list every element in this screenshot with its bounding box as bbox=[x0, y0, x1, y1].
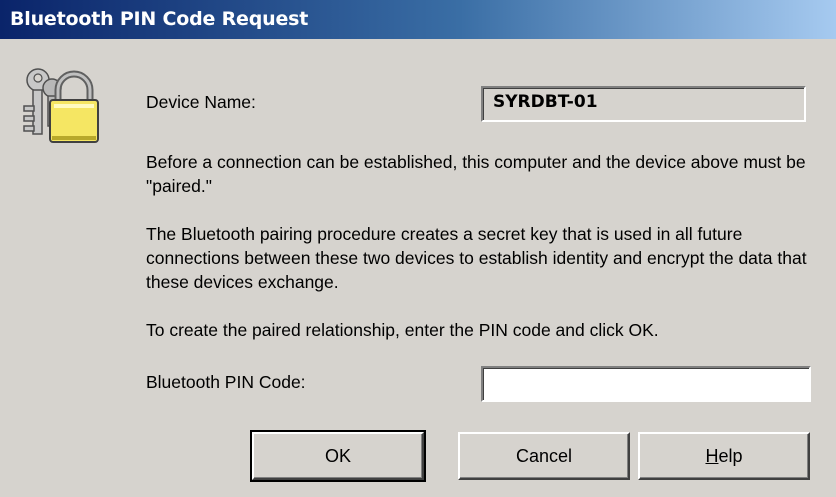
cancel-button[interactable]: Cancel bbox=[458, 432, 630, 480]
cancel-button-label: Cancel bbox=[515, 446, 573, 466]
pin-code-label: Bluetooth PIN Code: bbox=[146, 372, 306, 392]
pin-request-dialog: Bluetooth PIN Code Request Device Name: … bbox=[0, 0, 836, 497]
help-button-label: Help bbox=[705, 446, 743, 466]
pin-code-input[interactable] bbox=[481, 366, 811, 402]
keys-padlock-icon bbox=[20, 66, 102, 146]
ok-button-label: OK bbox=[324, 446, 351, 466]
pairing-explanation-text: The Bluetooth pairing procedure creates … bbox=[146, 224, 807, 292]
device-name-label: Device Name: bbox=[146, 92, 256, 112]
help-button[interactable]: Help bbox=[638, 432, 810, 480]
pairing-intro-text: Before a connection can be established, … bbox=[146, 152, 806, 196]
ok-button[interactable]: OK bbox=[250, 430, 426, 482]
device-name-value: SYRDBT-01 bbox=[493, 92, 598, 112]
pairing-instruction-text: To create the paired relationship, enter… bbox=[146, 320, 659, 340]
title-bar[interactable]: Bluetooth PIN Code Request bbox=[0, 0, 836, 39]
device-name-field: SYRDBT-01 bbox=[481, 86, 806, 122]
window-title: Bluetooth PIN Code Request bbox=[10, 8, 309, 30]
